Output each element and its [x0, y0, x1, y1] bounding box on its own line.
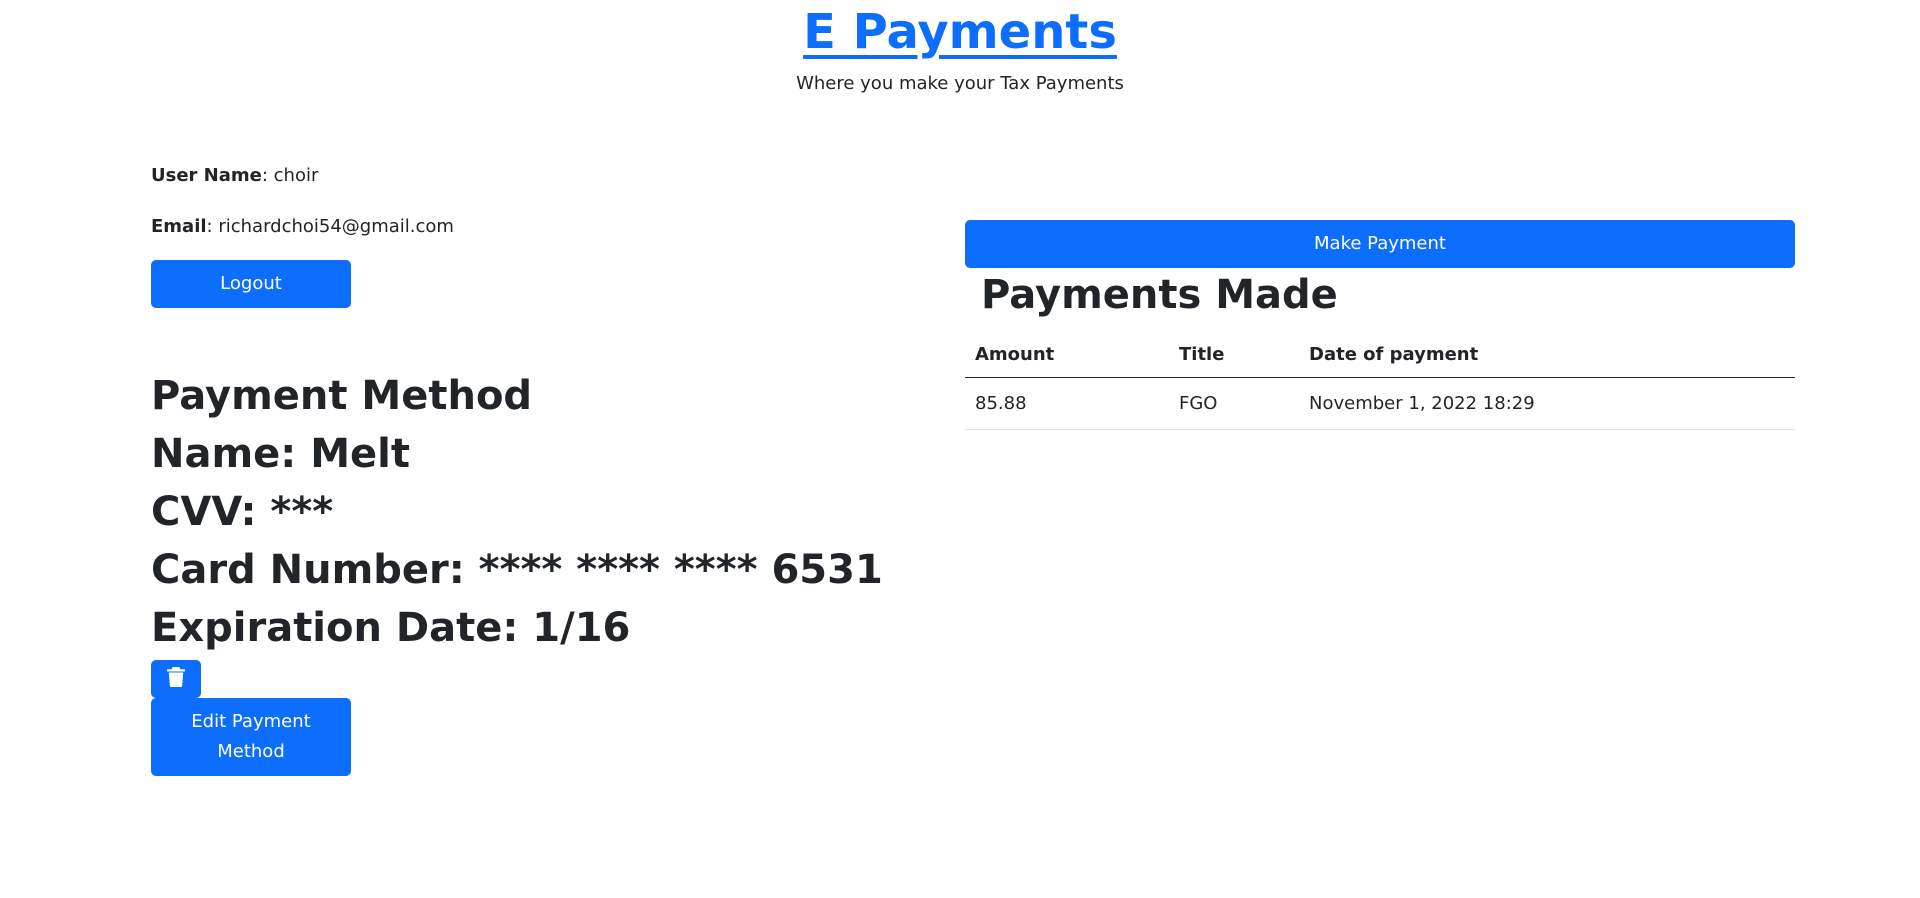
- logout-button[interactable]: Logout: [151, 260, 351, 308]
- cell-title: FGO: [1169, 377, 1299, 430]
- email-label: Email: [151, 216, 207, 237]
- payment-method-cvv: CVV: ***: [151, 489, 334, 535]
- column-header-amount: Amount: [965, 332, 1169, 378]
- payments-made-heading: Payments Made: [981, 272, 1338, 318]
- payment-method-heading: Payment Method: [151, 373, 533, 419]
- payment-method-card-number: Card Number: **** **** **** 6531: [151, 547, 883, 593]
- column-header-title: Title: [1169, 332, 1299, 378]
- username-label: User Name: [151, 165, 262, 186]
- payments-table: Amount Title Date of payment 85.88 FGO N…: [965, 332, 1795, 430]
- make-payment-button[interactable]: Make Payment: [965, 220, 1795, 268]
- payment-method-expiration: Expiration Date: 1/16: [151, 605, 631, 651]
- trash-icon: [167, 666, 185, 692]
- username-value: : choir: [261, 165, 319, 186]
- email-value: : richardchoi54@gmail.com: [206, 216, 454, 237]
- cell-date: November 1, 2022 18:29: [1299, 377, 1795, 430]
- column-header-date: Date of payment: [1299, 332, 1795, 378]
- username-line: User Name: choir: [151, 164, 318, 188]
- cell-amount: 85.88: [965, 377, 1169, 430]
- payment-method-name: Name: Melt: [151, 431, 410, 477]
- table-row: 85.88 FGO November 1, 2022 18:29: [965, 377, 1795, 430]
- site-subtitle: Where you make your Tax Payments: [796, 73, 1124, 94]
- edit-payment-method-button[interactable]: Edit Payment Method: [151, 698, 351, 776]
- email-line: Email: richardchoi54@gmail.com: [151, 215, 454, 239]
- payments-table-header-row: Amount Title Date of payment: [965, 332, 1795, 378]
- site-title-link[interactable]: E Payments: [0, 2, 1920, 62]
- delete-payment-method-button[interactable]: [151, 660, 201, 698]
